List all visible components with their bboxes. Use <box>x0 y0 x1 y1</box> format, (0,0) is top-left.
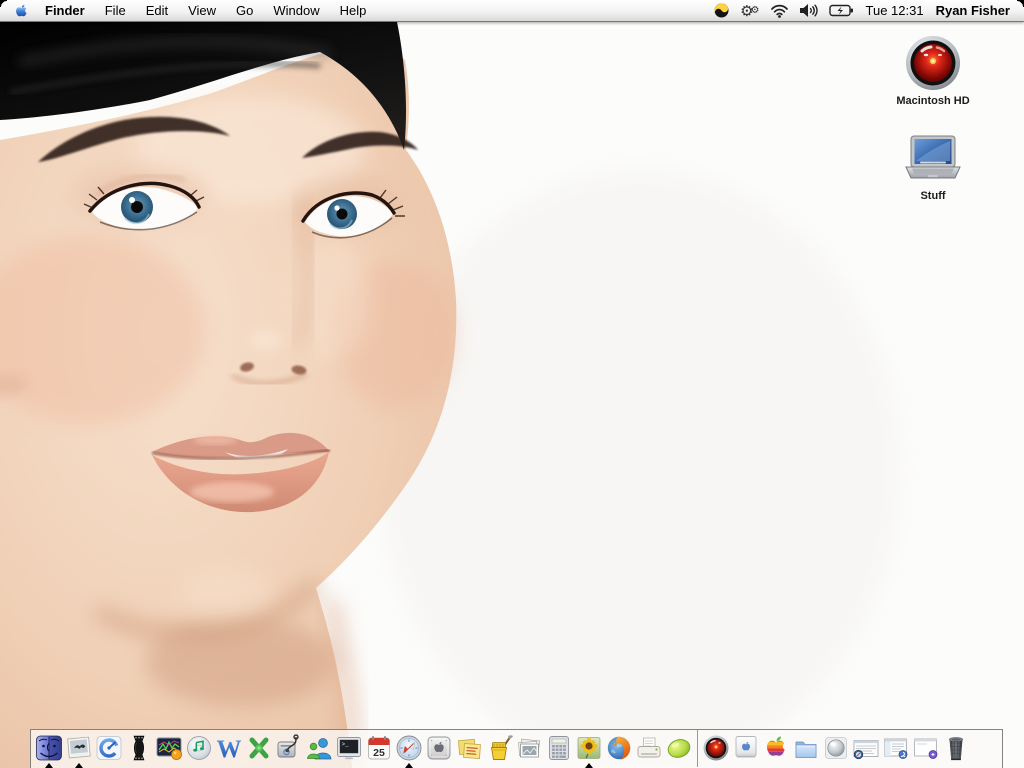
dock-icon-g4-cube[interactable] <box>731 730 761 768</box>
dock-icon-microsoft-word[interactable]: W <box>214 730 244 768</box>
dock-icon-minimized-window-plain[interactable] <box>911 730 941 768</box>
dock-icon-apple-plate-app[interactable] <box>424 730 454 768</box>
menu-help[interactable]: Help <box>330 0 377 22</box>
desktop-icon-area: Macintosh HD Stuff <box>876 34 990 202</box>
menu-window[interactable]: Window <box>263 0 329 22</box>
menu-bar: Finder File Edit View Go Window Help ⚙⚙ <box>0 0 1024 22</box>
dock-icon-green-figure-app[interactable] <box>244 730 274 768</box>
dock-icon-mop-bucket-app[interactable] <box>484 730 514 768</box>
menu-finder[interactable]: Finder <box>35 0 95 22</box>
apple-menu-icon[interactable] <box>14 3 29 19</box>
desktop-icon-stuff[interactable]: Stuff <box>902 135 964 202</box>
dock-icon-film-spool-app[interactable] <box>124 730 154 768</box>
dock-icon-finder[interactable] <box>34 730 64 768</box>
dock-icon-bird-photo-viewer[interactable] <box>64 730 94 768</box>
dock-icon-sunflower-image-app[interactable] <box>574 730 604 768</box>
dock-icon-ical[interactable]: 25 <box>364 730 394 768</box>
dock-icon-printer-utility[interactable] <box>634 730 664 768</box>
desktop-icon-macintosh-hd[interactable]: Macintosh HD <box>896 34 970 107</box>
dock-icon-safari[interactable] <box>394 730 424 768</box>
menu-edit[interactable]: Edit <box>136 0 178 22</box>
dock-icon-msn-messenger[interactable] <box>304 730 334 768</box>
menu-list: Finder File Edit View Go Window Help <box>35 0 376 22</box>
dock-divider <box>697 730 698 767</box>
svg-text:W: W <box>217 736 242 763</box>
svg-text:25: 25 <box>373 747 385 759</box>
volume-icon[interactable] <box>799 0 819 22</box>
desktop-icon-label: Macintosh HD <box>896 95 970 107</box>
menu-file[interactable]: File <box>95 0 136 22</box>
dock-icon-hal9000-volume[interactable] <box>701 730 731 768</box>
fast-user-switch-menu[interactable]: Ryan Fisher <box>936 3 1016 18</box>
wallpaper-portrait <box>0 0 1024 768</box>
menu-bar-clock[interactable]: Tue 12:31 <box>864 3 926 18</box>
svg-text:>_: >_ <box>342 741 350 748</box>
gears-icon[interactable]: ⚙ ⚙ <box>740 0 759 22</box>
dock-icon-limewire[interactable] <box>664 730 694 768</box>
menu-bar-status-area: ⚙ ⚙ Tue 12:31 Ryan Fisher <box>713 0 1016 22</box>
powerbook-laptop-icon <box>905 135 961 179</box>
dock-icon-waveform-monitor-app[interactable] <box>154 730 184 768</box>
battery-charging-icon[interactable] <box>828 0 854 22</box>
dock: W >_ 25 <box>30 729 1003 768</box>
dock-icon-minimized-window-finder[interactable] <box>881 730 911 768</box>
dock-icon-minimized-window-safari[interactable] <box>851 730 881 768</box>
dock-icon-photo-stack-app[interactable] <box>514 730 544 768</box>
classic-swirl-icon[interactable] <box>713 0 730 22</box>
dock-icon-rainbow-apple[interactable] <box>761 730 791 768</box>
dock-icon-itunes[interactable] <box>184 730 214 768</box>
dock-icon-terminal[interactable]: >_ <box>334 730 364 768</box>
desktop-icon-label: Stuff <box>920 190 946 202</box>
menu-view[interactable]: View <box>178 0 226 22</box>
desktop-screen: Finder File Edit View Go Window Help ⚙⚙ <box>0 0 1024 768</box>
hal9000-eye-icon <box>906 36 960 90</box>
dock-icon-trash[interactable] <box>941 730 971 768</box>
dock-icon-stickies[interactable] <box>454 730 484 768</box>
wifi-icon[interactable] <box>770 0 789 22</box>
dock-icon-blue-folder[interactable] <box>791 730 821 768</box>
menu-go[interactable]: Go <box>226 0 263 22</box>
dock-icon-quicktime-player[interactable] <box>94 730 124 768</box>
dock-icon-firefox[interactable] <box>604 730 634 768</box>
dock-icon-calculator[interactable] <box>544 730 574 768</box>
dock-icon-silver-sphere[interactable] <box>821 730 851 768</box>
dock-icon-disk-doctor[interactable] <box>274 730 304 768</box>
screen-corner-top-left <box>0 0 7 7</box>
screen-corner-top-right <box>1017 0 1024 7</box>
